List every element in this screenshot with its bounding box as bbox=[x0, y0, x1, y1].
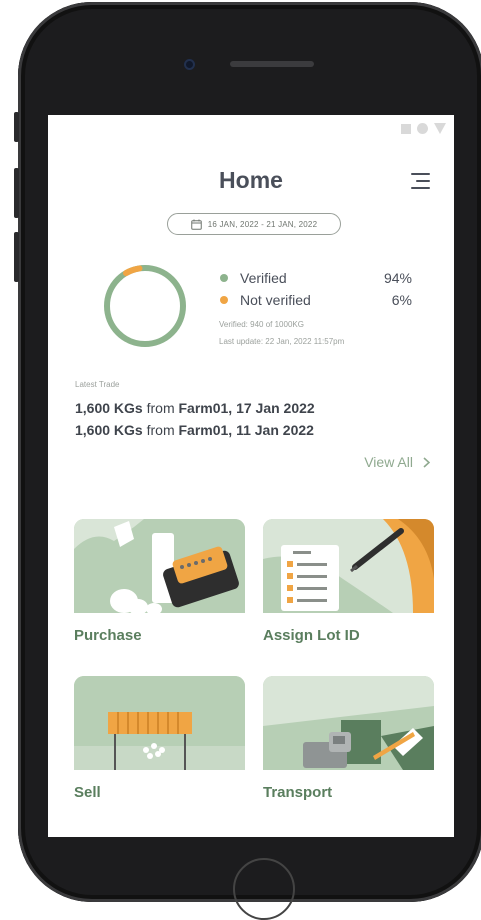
donut-not-verified-arc bbox=[123, 265, 143, 277]
latest-trade-label: Latest Trade bbox=[75, 380, 120, 389]
purchase-label: Purchase bbox=[74, 627, 142, 644]
verified-summary: Verified: 940 of 1000KG bbox=[219, 320, 304, 329]
legend-value: 94% bbox=[383, 270, 412, 286]
purchase-illustration bbox=[74, 519, 245, 613]
volume-up-button bbox=[14, 168, 19, 218]
home-button[interactable] bbox=[233, 858, 295, 920]
transport-label: Transport bbox=[263, 784, 333, 801]
sell-illustration bbox=[74, 676, 245, 770]
purchase-card[interactable]: Purchase bbox=[74, 519, 245, 644]
legend-value: 6% bbox=[391, 292, 412, 308]
trade-farm: Farm01, 11 Jan 2022 bbox=[178, 422, 314, 438]
trade-qty: 1,600 KGs bbox=[75, 400, 143, 416]
calendar-icon bbox=[191, 219, 202, 230]
view-all-label: View All bbox=[364, 454, 413, 470]
chevron-right-icon bbox=[423, 456, 430, 468]
not-verified-dot bbox=[220, 296, 228, 304]
status-bar bbox=[401, 123, 446, 134]
earpiece bbox=[230, 61, 314, 67]
trade-from: from bbox=[142, 400, 179, 416]
circle-icon bbox=[417, 123, 428, 134]
sell-label: Sell bbox=[74, 784, 101, 801]
legend-verified: Verified 94% bbox=[218, 267, 412, 289]
menu-icon[interactable] bbox=[411, 173, 430, 194]
volume-down-button bbox=[14, 232, 19, 282]
legend-not-verified: Not verified 6% bbox=[218, 289, 412, 311]
app-screen: Home 16 JAN, 2022 - 21 JAN, 2022 Verifie… bbox=[48, 115, 454, 837]
trade-qty: 1,600 KGs bbox=[75, 422, 143, 438]
page-title: Home bbox=[219, 167, 283, 193]
mute-switch bbox=[14, 112, 19, 142]
verified-dot bbox=[220, 274, 228, 282]
front-camera bbox=[184, 59, 195, 70]
assign-lot-id-card[interactable]: Assign Lot ID bbox=[263, 519, 434, 644]
trade-item[interactable]: 1,600 KGs from Farm01, 17 Jan 2022 bbox=[75, 400, 315, 416]
last-update: Last update: 22 Jan, 2022 11:57pm bbox=[219, 337, 345, 346]
assign-lot-illustration bbox=[263, 519, 434, 613]
square-icon bbox=[401, 123, 411, 134]
trade-item[interactable]: 1,600 KGs from Farm01, 11 Jan 2022 bbox=[75, 422, 314, 438]
date-range-text: 16 JAN, 2022 - 21 JAN, 2022 bbox=[207, 219, 318, 229]
transport-illustration bbox=[263, 676, 434, 770]
verification-legend: Verified 94% Not verified 6% bbox=[218, 267, 412, 311]
sell-card[interactable]: Sell bbox=[74, 676, 245, 801]
transport-card[interactable]: Transport bbox=[263, 676, 434, 801]
triangle-icon bbox=[434, 123, 446, 134]
legend-label: Not verified bbox=[240, 292, 311, 308]
assign-lot-id-label: Assign Lot ID bbox=[263, 627, 360, 644]
view-all-link[interactable]: View All bbox=[364, 454, 430, 470]
donut-verified-arc bbox=[104, 265, 186, 347]
verification-donut bbox=[104, 265, 186, 347]
legend-label: Verified bbox=[240, 270, 287, 286]
date-range-picker[interactable]: 16 JAN, 2022 - 21 JAN, 2022 bbox=[167, 213, 341, 235]
trade-farm: Farm01, 17 Jan 2022 bbox=[178, 400, 315, 416]
trade-from: from bbox=[142, 422, 179, 438]
